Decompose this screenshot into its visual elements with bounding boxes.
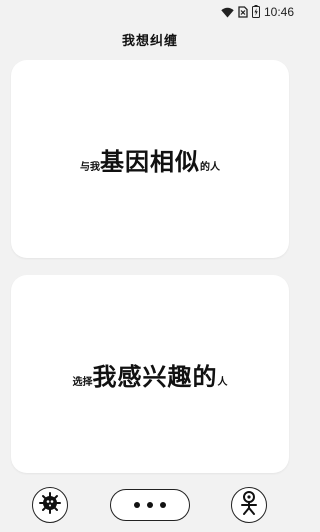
virus-icon <box>38 491 62 519</box>
more-button[interactable] <box>110 489 190 521</box>
wifi-icon <box>221 3 234 22</box>
profile-button[interactable] <box>231 487 267 523</box>
more-dots-icon <box>134 502 140 508</box>
similar-genes-card[interactable]: 与我 基因相似 的人 <box>11 60 289 258</box>
card-suffix: 人 <box>217 376 228 388</box>
more-dots-icon <box>147 502 153 508</box>
card-text: 与我 基因相似 的人 <box>80 142 220 177</box>
status-time: 10:46 <box>263 5 294 19</box>
card-prefix: 与我 <box>80 161 100 173</box>
card-text: 选择 我感兴趣的 人 <box>73 357 228 392</box>
status-icons: 10:46 <box>221 3 294 21</box>
card-emphasis: 基因相似 <box>100 147 200 176</box>
card-prefix: 选择 <box>72 376 93 388</box>
bottom-nav <box>0 484 300 532</box>
page-title: 我想纠缠 <box>121 34 178 49</box>
choose-interest-card[interactable]: 选择 我感兴趣的 人 <box>11 275 289 473</box>
card-emphasis: 我感兴趣的 <box>92 362 218 391</box>
battery-icon <box>251 3 260 22</box>
card-suffix: 的人 <box>200 161 220 173</box>
no-sim-icon <box>238 3 248 22</box>
profile-figure-icon <box>238 490 260 520</box>
virus-button[interactable] <box>32 487 68 523</box>
status-bar: 10:46 <box>0 0 300 24</box>
more-dots-icon <box>160 502 166 508</box>
